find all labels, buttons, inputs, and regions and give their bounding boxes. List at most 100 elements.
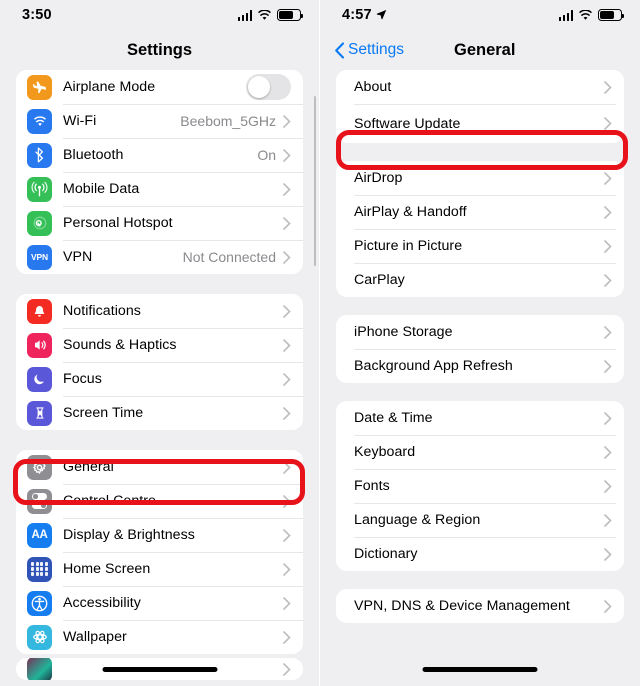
row-label: Date & Time (354, 410, 433, 426)
chevron-right-icon (604, 599, 612, 613)
chevron-right-icon (604, 513, 612, 527)
chevron-right-icon (283, 148, 291, 162)
chevron-right-icon (283, 372, 291, 386)
general-row-keyboard[interactable]: Keyboard (336, 435, 624, 469)
row-label: Sounds & Haptics (63, 337, 177, 353)
chevron-right-icon (283, 216, 291, 230)
settings-row-personal-hotspot[interactable]: Personal Hotspot (16, 206, 303, 240)
general-row-date-time[interactable]: Date & Time (336, 401, 624, 435)
siri-icon (27, 658, 52, 680)
chevron-right-icon (604, 239, 612, 253)
speaker-icon (27, 332, 52, 358)
settings-row-accessibility[interactable]: Accessibility (16, 586, 303, 620)
general-row-software-update[interactable]: Software Update (336, 104, 624, 143)
chevron-right-icon (283, 182, 291, 196)
accessibility-icon (27, 590, 52, 616)
wifi-icon (27, 108, 52, 134)
wifi-icon (579, 10, 592, 20)
row-label: Software Update (354, 115, 461, 132)
chevron-right-icon (604, 171, 612, 185)
status-bar-right: 4:57 (320, 0, 640, 30)
settings-row-display-brightness[interactable]: AA Display & Brightness (16, 518, 303, 552)
nav-bar-left: Settings (0, 30, 319, 70)
general-row-carplay[interactable]: CarPlay (336, 263, 624, 297)
general-row-airdrop[interactable]: AirDrop (336, 161, 624, 195)
general-list: About Software Update AirDrop AirPlay & … (320, 70, 640, 623)
row-label: Control Centre (63, 493, 156, 509)
general-group-localization: Date & Time Keyboard Fonts Language & Re… (336, 401, 624, 571)
general-row-vpn-dns-device-management[interactable]: VPN, DNS & Device Management (336, 589, 624, 623)
general-group-management: VPN, DNS & Device Management (336, 589, 624, 623)
page-title-general: General (454, 40, 516, 59)
general-row-language-region[interactable]: Language & Region (336, 503, 624, 537)
row-label: VPN, DNS & Device Management (354, 598, 570, 614)
settings-row-airplane-mode[interactable]: Airplane Mode (16, 70, 303, 104)
settings-row-sounds-haptics[interactable]: Sounds & Haptics (16, 328, 303, 362)
settings-row-wifi[interactable]: Wi-Fi Beebom_5GHz (16, 104, 303, 138)
scroll-indicator-left[interactable] (313, 96, 316, 266)
chevron-right-icon (283, 528, 291, 542)
row-label: Language & Region (354, 512, 481, 528)
settings-row-screen-time[interactable]: Screen Time (16, 396, 303, 430)
chevron-right-icon (604, 445, 612, 459)
row-label: General (63, 459, 114, 475)
row-label: Airplane Mode (63, 79, 156, 95)
status-bar-clock: 3:50 (22, 7, 52, 23)
status-bar-clock: 4:57 (342, 7, 387, 23)
chevron-right-icon (283, 338, 291, 352)
row-value: Beebom_5GHz (180, 113, 276, 129)
settings-row-general[interactable]: General (16, 450, 303, 484)
settings-row-home-screen[interactable]: Home Screen (16, 552, 303, 586)
chevron-right-icon (283, 460, 291, 474)
home-screen-icon (27, 556, 52, 582)
battery-icon (598, 9, 625, 21)
row-label: Dictionary (354, 546, 418, 562)
status-bar-left: 3:50 (0, 0, 319, 30)
general-row-picture-in-picture[interactable]: Picture in Picture (336, 229, 624, 263)
general-row-dictionary[interactable]: Dictionary (336, 537, 624, 571)
toggles-glyph (32, 493, 47, 509)
chevron-right-icon (283, 662, 291, 676)
signal-bars-icon (237, 10, 252, 21)
settings-row-mobile-data[interactable]: Mobile Data (16, 172, 303, 206)
chevron-right-icon (604, 479, 612, 493)
row-label: Background App Refresh (354, 358, 513, 374)
personal-hotspot-icon (27, 210, 52, 236)
general-row-airplay-handoff[interactable]: AirPlay & Handoff (336, 195, 624, 229)
general-row-about[interactable]: About (336, 70, 624, 104)
wifi-icon (258, 10, 271, 20)
back-button-settings[interactable]: Settings (334, 41, 404, 59)
general-row-iphone-storage[interactable]: iPhone Storage (336, 315, 624, 349)
home-indicator-right (422, 667, 538, 672)
row-label: AirPlay & Handoff (354, 204, 467, 220)
chevron-right-icon (604, 117, 612, 130)
left-phone-settings-screen: 3:50 Settings Airplane Mode Wi-Fi Beebom… (0, 0, 320, 686)
display-brightness-icon: AA (27, 522, 52, 548)
general-row-background-app-refresh[interactable]: Background App Refresh (336, 349, 624, 383)
settings-row-wallpaper[interactable]: Wallpaper (16, 620, 303, 654)
settings-group-alerts: Notifications Sounds & Haptics Focus Scr… (16, 294, 303, 430)
chevron-right-icon (283, 250, 291, 264)
chevron-right-icon (283, 406, 291, 420)
row-label: Keyboard (354, 444, 416, 460)
wallpaper-icon (27, 624, 52, 650)
row-label: Personal Hotspot (63, 215, 173, 231)
row-label: Display & Brightness (63, 527, 195, 543)
chevron-left-icon (335, 41, 345, 59)
settings-row-bluetooth[interactable]: Bluetooth On (16, 138, 303, 172)
settings-row-notifications[interactable]: Notifications (16, 294, 303, 328)
row-label: Fonts (354, 478, 390, 494)
chevron-right-icon (604, 205, 612, 219)
settings-row-focus[interactable]: Focus (16, 362, 303, 396)
gear-icon (27, 454, 52, 480)
row-label: About (354, 79, 392, 95)
general-row-fonts[interactable]: Fonts (336, 469, 624, 503)
chevron-right-icon (604, 325, 612, 339)
status-bar-time-text: 3:50 (22, 7, 52, 23)
page-title-settings: Settings (126, 40, 193, 59)
row-label: Picture in Picture (354, 238, 463, 254)
settings-row-control-centre[interactable]: Control Centre (16, 484, 303, 518)
settings-row-vpn[interactable]: VPN VPN Not Connected (16, 240, 303, 274)
airplane-mode-toggle[interactable] (246, 74, 291, 100)
status-bar-indicators (237, 9, 304, 21)
